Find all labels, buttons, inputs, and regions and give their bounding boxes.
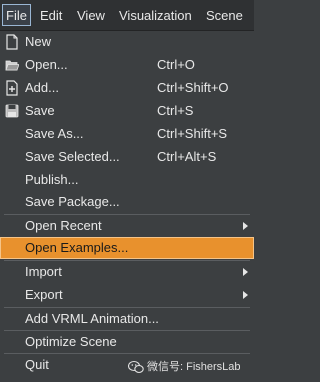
menu-scene[interactable]: Scene: [206, 6, 243, 26]
menu-item-open-examples[interactable]: Open Examples...: [0, 237, 254, 259]
menu-item-save-selected[interactable]: Save Selected... Ctrl+Alt+S: [0, 146, 254, 168]
menu-edit[interactable]: Edit: [40, 6, 62, 26]
submenu-arrow-icon: [243, 268, 248, 276]
shortcut-label: Ctrl+Shift+S: [157, 126, 228, 141]
menu-item-label: Save Package...: [25, 194, 120, 209]
menu-item-save-as[interactable]: Save As... Ctrl+Shift+S: [0, 123, 254, 145]
menu-view[interactable]: View: [77, 6, 105, 26]
menu-item-export[interactable]: Export: [0, 284, 254, 306]
wechat-icon: [128, 360, 144, 374]
submenu-arrow-icon: [243, 222, 248, 230]
add-file-icon: [6, 80, 18, 96]
menu-item-label: Add...: [25, 80, 59, 95]
shortcut-label: Ctrl+S: [157, 103, 194, 118]
submenu-arrow-icon: [243, 291, 248, 299]
menu-item-save-package[interactable]: Save Package...: [0, 191, 254, 213]
menu-item-save[interactable]: Save Ctrl+S: [0, 100, 254, 122]
menu-item-add[interactable]: Add... Ctrl+Shift+O: [0, 77, 254, 99]
shortcut-label: Ctrl+Alt+S: [157, 149, 217, 164]
menu-item-add-vrml-animation[interactable]: Add VRML Animation...: [0, 308, 254, 330]
menu-item-import[interactable]: Import: [0, 261, 254, 283]
menu-item-publish[interactable]: Publish...: [0, 169, 254, 191]
menu-item-open[interactable]: Open... Ctrl+O: [0, 54, 254, 76]
menu-item-label: Publish...: [25, 172, 79, 187]
menu-item-label: Export: [25, 287, 63, 302]
file-menu: New Open... Ctrl+O Add... Ctrl+Shift+O S…: [0, 31, 254, 382]
menu-visualization[interactable]: Visualization: [119, 6, 192, 26]
menu-item-label: Import: [25, 264, 62, 279]
menu-item-label: Quit: [25, 357, 49, 372]
menu-item-label: New: [25, 34, 52, 49]
shortcut-label: Ctrl+O: [157, 57, 195, 72]
menu-item-label: Save As...: [25, 126, 84, 141]
menu-item-label: Open Recent: [25, 218, 102, 233]
menu-item-open-recent[interactable]: Open Recent: [0, 215, 254, 237]
menu-item-label: Open...: [25, 57, 68, 72]
open-folder-icon: [5, 60, 19, 71]
save-icon: [5, 104, 19, 118]
menu-item-label: Add VRML Animation...: [25, 311, 159, 326]
menu-item-label: Optimize Scene: [25, 334, 117, 349]
menu-item-label: Open Examples...: [25, 240, 129, 255]
menu-item-label: Save Selected...: [25, 149, 120, 164]
menu-file[interactable]: File: [2, 4, 31, 26]
menu-item-new[interactable]: New: [0, 31, 254, 53]
menu-bar: File Edit View Visualization Scene: [0, 0, 254, 31]
new-file-icon: [6, 34, 18, 50]
menu-item-optimize-scene[interactable]: Optimize Scene: [0, 331, 254, 353]
shortcut-label: Ctrl+Shift+O: [157, 80, 229, 95]
watermark-text: 微信号: FishersLab: [147, 361, 241, 373]
menu-item-label: Save: [25, 103, 55, 118]
